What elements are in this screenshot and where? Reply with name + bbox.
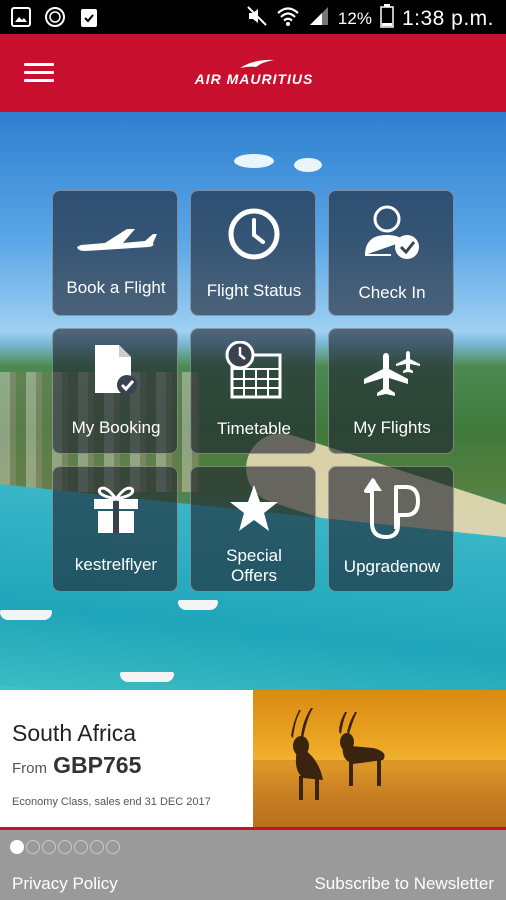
tile-upgradenow[interactable]: Upgradenow — [328, 466, 454, 592]
tile-label: My Flights — [353, 418, 431, 437]
coin-notification-icon — [44, 6, 66, 28]
promo-price: GBP765 — [53, 752, 142, 778]
menu-line — [24, 79, 54, 82]
two-planes-icon — [329, 349, 455, 397]
footer: Privacy Policy Subscribe to Newsletter — [0, 830, 506, 900]
tile-label: Check In — [358, 283, 426, 302]
bird-logo-icon — [240, 59, 274, 68]
image-notification-icon — [10, 6, 32, 28]
subscribe-newsletter-link[interactable]: Subscribe to Newsletter — [314, 874, 494, 894]
tile-my-booking[interactable]: My Booking — [52, 328, 178, 454]
signal-icon — [308, 5, 330, 32]
document-check-icon — [53, 343, 179, 397]
carousel-dot[interactable] — [106, 840, 120, 854]
mute-icon — [246, 5, 268, 32]
tile-label: Special Offers — [226, 546, 282, 585]
air-mauritius-logo: AIR MAURITIUS — [192, 58, 316, 88]
quick-actions-grid: Book a Flight Flight Status Check In My … — [52, 190, 455, 592]
clock-time: 1:38 p.m. — [401, 6, 494, 30]
tile-label: Book a Flight — [66, 278, 166, 297]
tile-my-flights[interactable]: My Flights — [328, 328, 454, 454]
wifi-icon — [276, 5, 300, 32]
cloud — [234, 154, 274, 168]
tile-label: Flight Status — [206, 281, 302, 300]
tile-special-offers[interactable]: Special Offers — [190, 466, 316, 592]
gift-icon — [53, 481, 179, 535]
boat — [178, 600, 218, 610]
airplane-icon — [53, 221, 179, 253]
status-bar: 12% 1:38 p.m. — [0, 0, 506, 34]
promo-banner[interactable]: South Africa From GBP765 Economy Class, … — [0, 690, 506, 830]
promo-from-label: From — [12, 760, 47, 777]
menu-line — [24, 63, 54, 66]
user-check-icon — [329, 201, 455, 263]
tile-label: My Booking — [71, 418, 161, 437]
notification-icons — [10, 6, 100, 28]
privacy-policy-link[interactable]: Privacy Policy — [12, 874, 118, 894]
boat — [0, 610, 52, 620]
carousel-indicator — [10, 840, 120, 854]
tile-label: Timetable — [216, 419, 291, 438]
hero-background: Book a Flight Flight Status Check In My … — [0, 112, 506, 690]
star-icon — [191, 483, 317, 533]
tile-label: Upgradenow — [343, 557, 441, 576]
menu-line — [24, 71, 54, 74]
antelope-silhouettes — [253, 708, 506, 827]
calendar-clock-icon — [191, 341, 317, 401]
promo-destination: South Africa — [12, 720, 137, 746]
carousel-dot[interactable] — [90, 840, 104, 854]
tile-timetable[interactable]: Timetable — [190, 328, 316, 454]
clock-icon — [191, 207, 317, 261]
tile-kestrelflyer[interactable]: kestrelflyer — [52, 466, 178, 592]
battery-icon — [380, 4, 394, 33]
boat — [120, 672, 174, 682]
carousel-dot[interactable] — [26, 840, 40, 854]
carousel-dot[interactable] — [74, 840, 88, 854]
promo-fine-print: Economy Class, sales end 31 DEC 2017 — [12, 796, 211, 808]
tile-flight-status[interactable]: Flight Status — [190, 190, 316, 316]
tile-label: kestrelflyer — [74, 555, 158, 574]
battery-percent: 12% — [337, 8, 372, 28]
hamburger-menu-button[interactable] — [24, 63, 54, 85]
tile-book-a-flight[interactable]: Book a Flight — [52, 190, 178, 316]
promo-text: South Africa From GBP765 Economy Class, … — [0, 690, 253, 827]
promo-image-antelopes — [253, 690, 506, 827]
upgrade-icon — [329, 477, 455, 541]
carousel-dot[interactable] — [58, 840, 72, 854]
system-indicators: 12% 1:38 p.m. — [246, 4, 494, 33]
carousel-dot[interactable] — [10, 840, 24, 854]
app-header: AIR MAURITIUS — [0, 34, 506, 112]
promo-price-line: From GBP765 — [12, 752, 141, 779]
tile-check-in[interactable]: Check In — [328, 190, 454, 316]
clipboard-check-notification-icon — [78, 6, 100, 28]
carousel-dot[interactable] — [42, 840, 56, 854]
cloud — [294, 158, 322, 172]
logo-text: AIR MAURITIUS — [194, 71, 314, 87]
